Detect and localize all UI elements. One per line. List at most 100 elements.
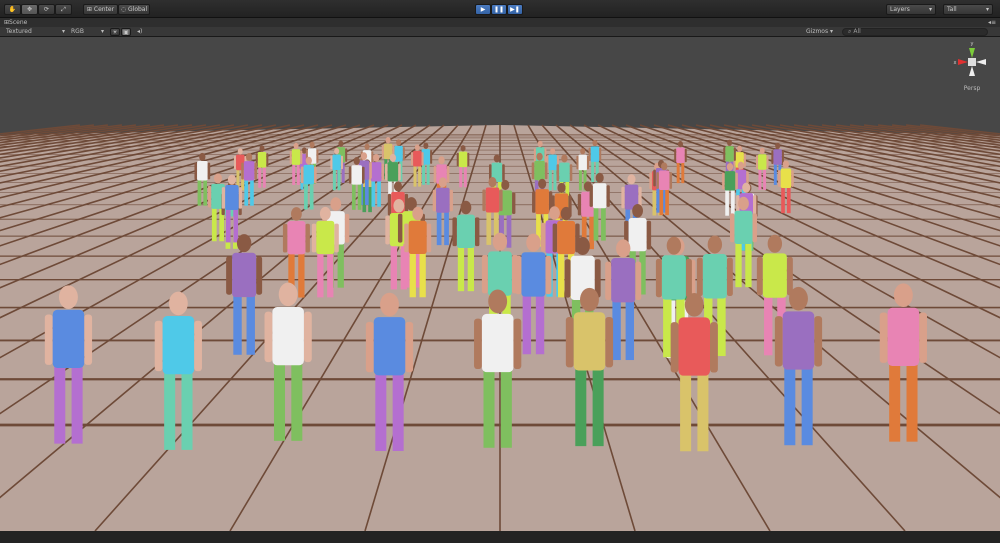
layout-dropdown[interactable]: Tall ▾ — [943, 4, 993, 15]
figure-arm — [569, 164, 573, 182]
gizmos-dropdown[interactable]: Gizmos ▾ — [806, 28, 833, 35]
figure-head — [393, 199, 405, 213]
figure-leg — [593, 206, 599, 241]
figure-leg — [625, 300, 635, 361]
render-mode-dropdown[interactable]: Textured — [6, 28, 32, 35]
figure-arm — [606, 185, 610, 207]
figure-arm — [684, 148, 687, 163]
figure-arm — [303, 311, 312, 363]
scene-viewport[interactable]: y x Persp — [0, 37, 1000, 531]
figure-arm — [305, 223, 310, 253]
figure-torso — [887, 307, 920, 367]
figure-leg — [601, 206, 606, 241]
figure-leg — [731, 189, 735, 216]
pause-button[interactable]: ❚❚ — [491, 4, 507, 15]
image-effects-toggle[interactable]: ▣ — [121, 28, 131, 36]
layers-dropdown[interactable]: Layers ▾ — [886, 4, 936, 15]
figure-torso — [548, 154, 557, 171]
figure-torso — [436, 187, 450, 213]
figure-head — [737, 161, 745, 170]
lighting-toggle[interactable]: ☀ — [110, 28, 120, 36]
rotate-icon: ⟳ — [43, 6, 50, 13]
figure-leg — [296, 163, 300, 185]
figure-head — [237, 148, 243, 155]
figure-torso — [676, 147, 685, 164]
figure-torso — [590, 146, 600, 162]
figure-leg — [457, 246, 465, 292]
gizmo-center-cube[interactable] — [968, 58, 976, 66]
figure-leg — [659, 188, 664, 216]
figure-arm — [586, 155, 590, 170]
figure-head — [759, 147, 765, 155]
scene-tab[interactable]: ⊞Scene — [4, 19, 27, 26]
figure-leg — [889, 362, 901, 442]
space-global-button[interactable]: ◌ Global — [118, 4, 150, 15]
figure-leg — [418, 165, 422, 187]
figure-head — [488, 289, 508, 314]
figure-torso — [628, 218, 647, 252]
figure-leg — [773, 163, 777, 185]
figure-head — [666, 236, 682, 255]
rotate-tool-button[interactable]: ⟳ — [38, 4, 55, 15]
figure-arm — [621, 186, 625, 209]
figure-torso — [370, 162, 382, 182]
figure-leg — [781, 186, 785, 214]
tab-menu-icon[interactable]: ◂≡ — [988, 19, 996, 26]
figure-arm — [207, 162, 211, 180]
figure-leg — [591, 161, 595, 183]
figure-head — [592, 139, 598, 147]
figure-arm — [316, 149, 319, 163]
figure-head — [538, 178, 547, 189]
figure-leg — [575, 367, 587, 447]
step-button[interactable]: ▶❚ — [507, 4, 523, 15]
figure-head — [767, 234, 783, 253]
figure-leg — [233, 208, 239, 243]
figure-leg — [522, 294, 532, 355]
figure-arm — [467, 152, 470, 167]
figure-leg — [676, 162, 680, 184]
figure-arm — [532, 191, 536, 213]
hand-tool-button[interactable]: ✋ — [4, 4, 21, 15]
figure-leg — [725, 189, 729, 216]
figure-head — [684, 292, 704, 317]
figure-arm — [733, 147, 736, 161]
figure-arm — [605, 316, 614, 368]
pivot-center-button[interactable]: ⊞ Center — [83, 4, 118, 15]
figure-leg — [784, 366, 796, 446]
scale-tool-button[interactable]: ⤢ — [55, 4, 72, 15]
figure-arm — [669, 172, 673, 189]
figure-leg — [578, 169, 582, 191]
figure-arm — [735, 172, 738, 190]
figure-head — [561, 154, 568, 163]
figure-arm — [300, 166, 304, 184]
figure-arm — [404, 223, 409, 253]
figure-arm — [345, 148, 348, 162]
search-placeholder: All — [853, 28, 861, 35]
audio-toggle[interactable]: ◂) — [137, 28, 142, 35]
figure-head — [319, 206, 331, 221]
figure-leg — [225, 208, 231, 243]
figure-arm — [311, 223, 317, 253]
figure-torso — [413, 150, 422, 167]
figure-arm — [387, 193, 392, 216]
figure-leg — [368, 185, 372, 213]
figure-head — [580, 148, 586, 155]
figure-torso — [332, 154, 341, 171]
figure-arm — [774, 316, 783, 367]
figure-arm — [432, 189, 437, 212]
figure-leg — [786, 186, 791, 214]
scene-search-input[interactable]: ⌕ All — [842, 28, 988, 36]
figure-torso — [573, 312, 606, 371]
play-button[interactable]: ▶ — [475, 4, 491, 15]
figure-leg — [262, 166, 266, 188]
figure-arm — [778, 170, 781, 187]
move-tool-button[interactable]: ✥ — [21, 4, 38, 15]
figure-leg — [426, 163, 430, 185]
figure-arm — [456, 152, 459, 167]
figure-arm — [545, 255, 552, 295]
figure-head — [560, 206, 572, 221]
color-mode-dropdown[interactable]: RGB — [71, 28, 84, 35]
figure-arm — [710, 322, 718, 373]
projection-label[interactable]: Persp — [964, 85, 981, 92]
figure-leg — [54, 364, 66, 444]
